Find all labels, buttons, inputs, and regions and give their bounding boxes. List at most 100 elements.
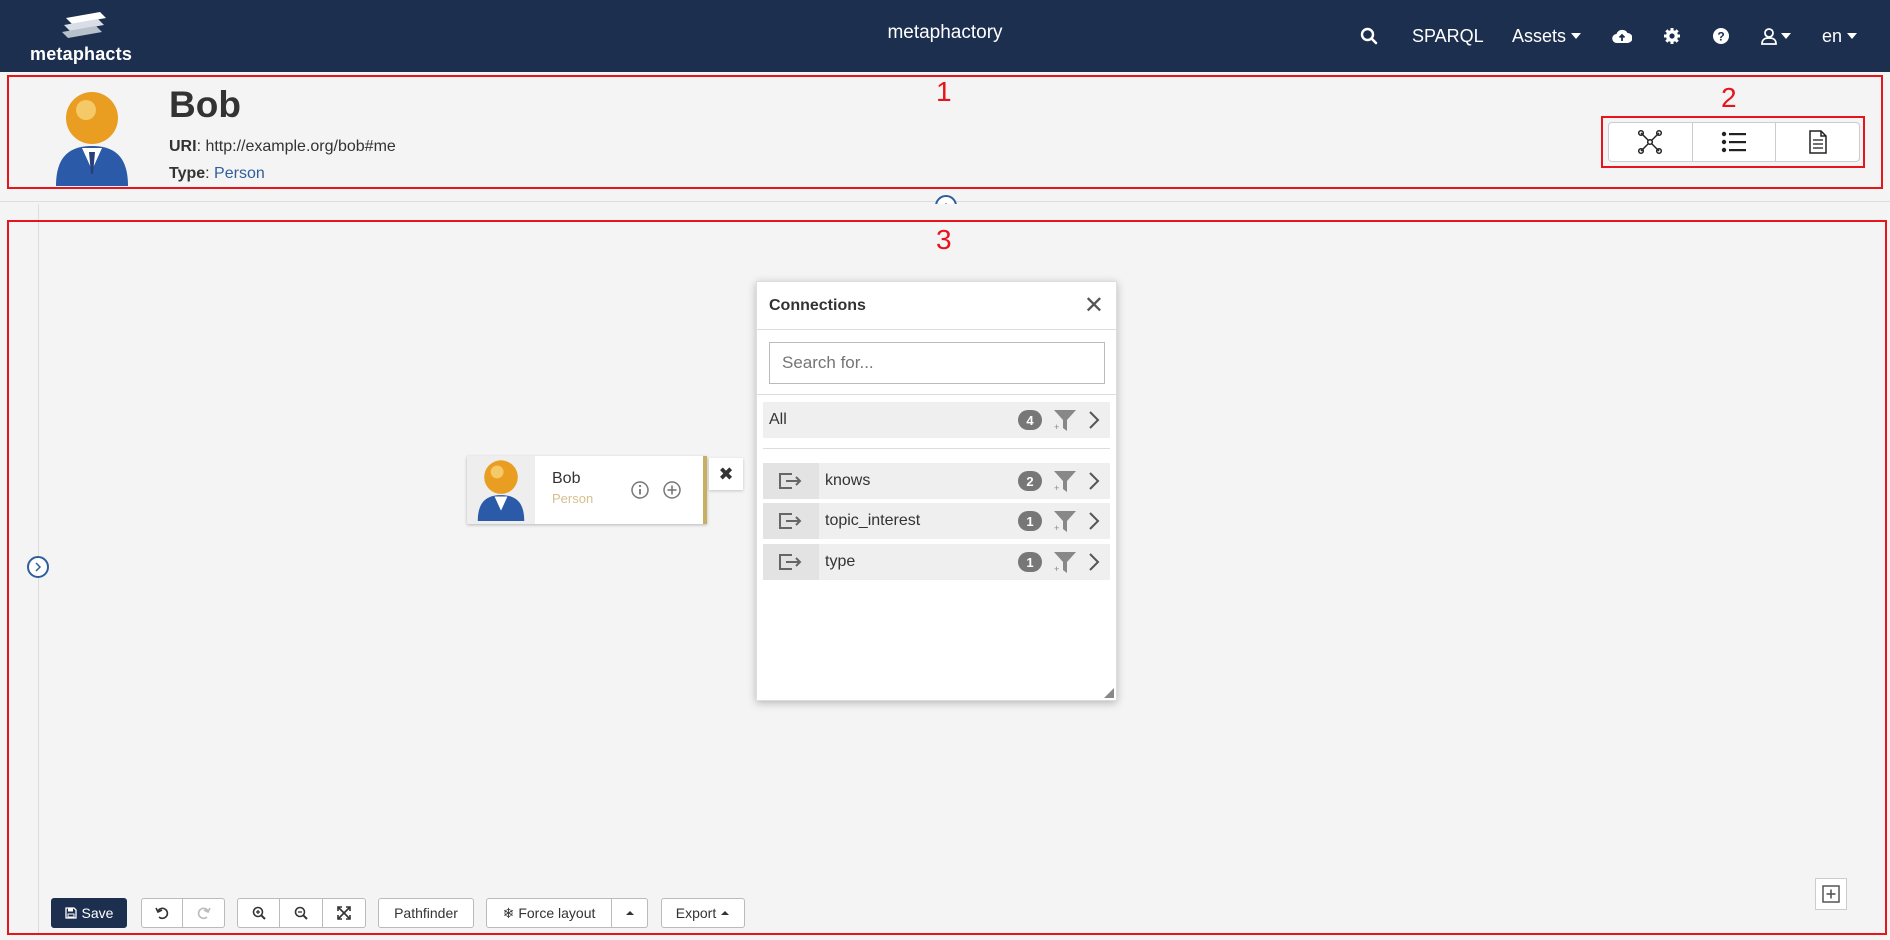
graph-view-button[interactable] [1609, 123, 1693, 161]
gear-icon [1664, 28, 1680, 44]
connections-panel: Connections ✕ All 4 + knows 2 + [756, 281, 1117, 701]
graph-icon [1638, 129, 1663, 155]
svg-text:+: + [1054, 564, 1059, 574]
help-button[interactable]: ? [1712, 0, 1730, 72]
force-layout-button[interactable]: ❄ Force layout [486, 898, 612, 928]
connections-title: Connections [769, 296, 866, 314]
save-label: Save [81, 905, 114, 921]
svg-text:?: ? [1717, 30, 1724, 44]
close-connections-button[interactable]: ✕ [1084, 291, 1104, 320]
caret-up-icon [625, 911, 634, 915]
connection-count-badge: 4 [1018, 410, 1042, 430]
language-label: en [1822, 25, 1843, 46]
person-avatar [56, 92, 128, 186]
node-avatar [467, 456, 535, 524]
undo-icon [155, 907, 169, 920]
undo-redo-group [141, 898, 225, 928]
document-icon [1808, 130, 1827, 154]
filter-add-icon[interactable]: + [1050, 507, 1078, 535]
connection-row[interactable]: topic_interest 1 + [763, 503, 1110, 539]
chevron-down-icon [1781, 33, 1791, 39]
filter-add-icon[interactable]: + [1050, 548, 1078, 576]
undo-button[interactable] [141, 898, 183, 928]
chevron-right-icon[interactable] [1084, 470, 1104, 492]
export-label: Export [675, 905, 717, 921]
resource-type: Type: Person [169, 165, 265, 182]
redo-icon [197, 907, 211, 920]
svg-text:+: + [1054, 422, 1059, 432]
resource-name: Bob [169, 84, 241, 125]
zoom-out-button[interactable] [280, 898, 323, 928]
person-avatar-icon [477, 460, 525, 521]
connection-label: All [769, 411, 787, 428]
metaphacts-logo[interactable]: metaphacts [30, 8, 136, 64]
outgoing-link-icon [763, 503, 819, 539]
zoom-in-icon [252, 906, 266, 920]
chevron-right-icon[interactable] [1084, 409, 1104, 431]
upload-button[interactable] [1612, 0, 1632, 72]
remove-node-button[interactable]: ✖ [709, 458, 743, 490]
zoom-in-button[interactable] [237, 898, 280, 928]
connection-row[interactable]: type 1 + [763, 544, 1110, 580]
assets-label: Assets [1512, 25, 1567, 46]
settings-button[interactable] [1663, 0, 1681, 72]
connection-row[interactable]: knows 2 + [763, 463, 1110, 499]
export-dropdown[interactable]: Export [661, 898, 745, 928]
add-element-button[interactable] [1815, 878, 1847, 910]
list-view-button[interactable] [1693, 123, 1777, 161]
app-title: metaphactory [887, 22, 1003, 43]
search-button[interactable] [1360, 0, 1378, 72]
type-link[interactable]: Person [214, 165, 265, 182]
save-group: Save [51, 898, 127, 928]
force-layout-label: Force layout [518, 905, 596, 921]
save-button[interactable]: Save [51, 898, 127, 928]
outgoing-link-icon [763, 544, 819, 580]
language-dropdown[interactable]: en [1822, 0, 1858, 72]
connections-header: Connections ✕ [757, 282, 1116, 330]
filter-add-icon[interactable]: + [1050, 467, 1078, 495]
expand-node-icon[interactable] [662, 480, 682, 500]
connection-count-badge: 1 [1018, 511, 1042, 531]
question-circle-icon: ? [1713, 28, 1729, 44]
user-menu[interactable] [1760, 0, 1791, 72]
connection-row-all[interactable]: All 4 + [763, 402, 1110, 438]
expand-sidebar-button[interactable] [27, 556, 49, 578]
search-icon [1360, 27, 1378, 45]
caret-up-icon [721, 911, 730, 915]
graph-node-bob[interactable]: Bob Person [467, 456, 707, 524]
zoom-out-icon [294, 906, 308, 920]
outgoing-link-icon [763, 463, 819, 499]
assets-dropdown[interactable]: Assets [1512, 0, 1582, 72]
chevron-right-icon [35, 562, 42, 572]
redo-button[interactable] [183, 898, 225, 928]
chevron-right-icon[interactable] [1084, 551, 1104, 573]
layout-group: ❄ Force layout [486, 898, 648, 928]
chevron-right-icon[interactable] [1084, 510, 1104, 532]
divider [763, 448, 1110, 449]
export-group: Export [661, 898, 745, 928]
user-icon [1761, 28, 1777, 45]
pathfinder-button[interactable]: Pathfinder [378, 898, 474, 928]
filter-add-icon[interactable]: + [1050, 406, 1078, 434]
node-name: Bob [552, 470, 581, 487]
fit-to-screen-button[interactable] [323, 898, 366, 928]
snowflake-icon: ❄ [502, 904, 515, 921]
connections-search-input[interactable] [769, 342, 1105, 384]
sparql-link[interactable]: SPARQL [1412, 0, 1484, 72]
connection-label: knows [825, 472, 871, 489]
info-icon[interactable] [630, 480, 650, 500]
cloud-upload-icon [1612, 29, 1632, 44]
connection-label: type [825, 553, 856, 570]
resize-handle[interactable] [1104, 688, 1114, 698]
plus-square-icon [1822, 885, 1840, 903]
logo-text: metaphacts [30, 44, 133, 64]
layout-options-toggle[interactable] [612, 898, 648, 928]
uri-value: http://example.org/bob#me [205, 138, 396, 155]
resource-uri: URI: http://example.org/bob#me [169, 138, 396, 155]
pathfinder-group: Pathfinder [378, 898, 474, 928]
expand-arrows-icon [337, 906, 351, 920]
node-type: Person [552, 491, 594, 506]
divider [757, 394, 1116, 395]
connection-count-badge: 2 [1018, 471, 1042, 491]
document-view-button[interactable] [1776, 123, 1859, 161]
